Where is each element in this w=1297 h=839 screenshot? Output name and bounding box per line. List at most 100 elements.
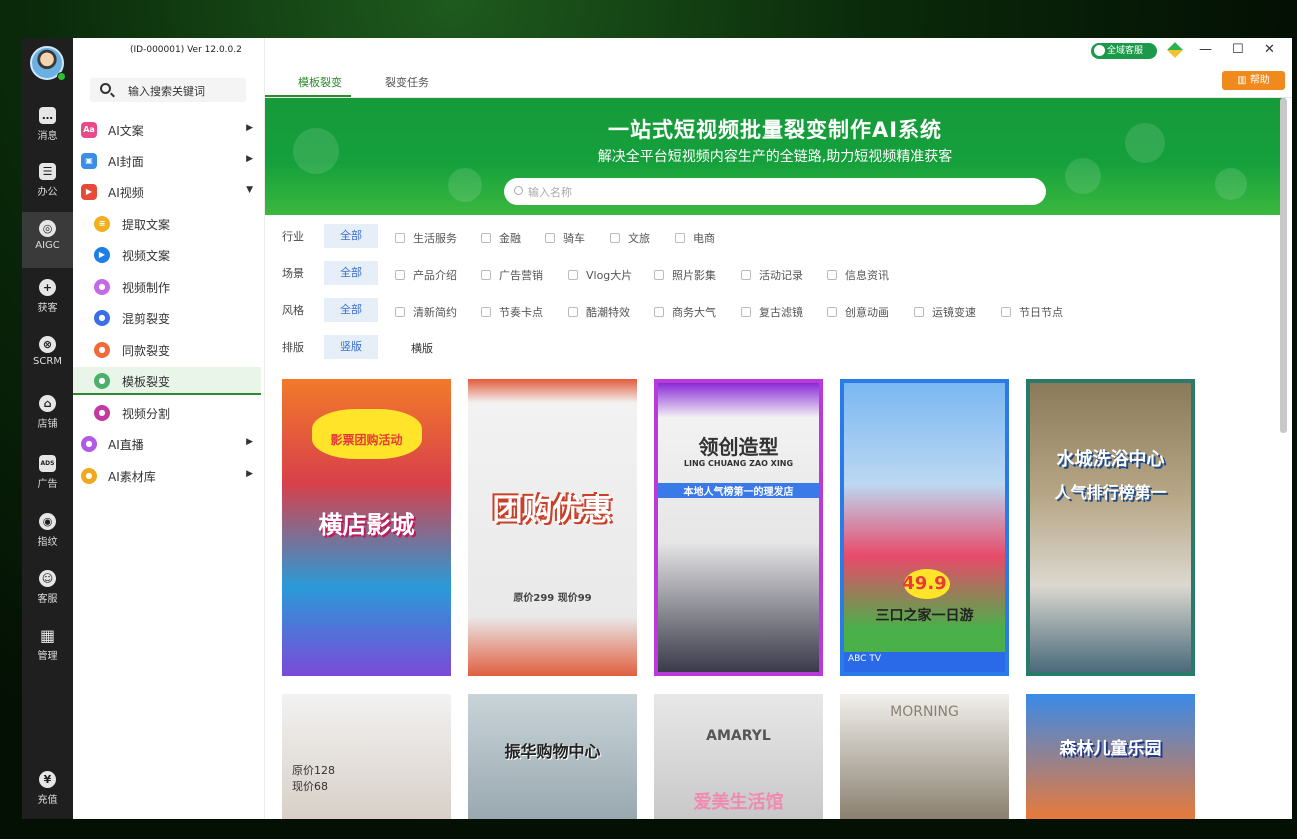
checkbox[interactable]	[395, 233, 405, 243]
filter-option-label: 运镜变速	[932, 306, 976, 319]
template-card[interactable]: 森林儿童乐园	[1026, 694, 1195, 819]
filter-option[interactable]: 生活服务	[395, 230, 457, 246]
rail-item-acquire[interactable]: + 获客	[22, 271, 73, 319]
filter-option[interactable]: Vlog大片	[568, 267, 632, 283]
filter-option[interactable]: 文旅	[610, 230, 650, 246]
rail-item-recharge[interactable]: ¥ 充值	[22, 763, 73, 811]
filter-option[interactable]: 广告营销	[481, 267, 543, 283]
menu-video-make[interactable]: ● 视频制作	[73, 273, 265, 301]
filter-layout-vertical[interactable]: 竖版	[324, 335, 378, 359]
filter-option[interactable]: 信息资讯	[827, 267, 889, 283]
sidebar-search[interactable]: 输入搜索关键词	[90, 78, 246, 102]
tab-split-tasks[interactable]: 裂变任务	[385, 74, 429, 90]
template-card[interactable]: 水城洗浴中心 人气排行榜第一	[1026, 379, 1195, 676]
checkbox[interactable]	[741, 270, 751, 280]
menu-ai-cover[interactable]: ▣ AI封面 ▶	[73, 147, 265, 175]
chevron-right-icon: ▶	[246, 154, 253, 164]
menu-extract-copy[interactable]: ≡ 提取文案	[73, 210, 265, 238]
template-card[interactable]: 领创造型 LING CHUANG ZAO XING 本地人气榜第一的理发店	[654, 379, 823, 676]
customer-service-button[interactable]: 全域客服	[1091, 43, 1157, 59]
filter-option[interactable]: 商务大气	[654, 304, 716, 320]
filter-option[interactable]: 酷潮特效	[568, 304, 630, 320]
online-status-dot	[57, 72, 66, 81]
filter-option[interactable]: 产品介绍	[395, 267, 457, 283]
filter-label-industry: 行业	[282, 230, 304, 243]
message-icon: …	[39, 107, 56, 124]
checkbox[interactable]	[395, 307, 405, 317]
filter-option[interactable]: 节日节点	[1001, 304, 1063, 320]
checkbox[interactable]	[568, 307, 578, 317]
menu-video-copy[interactable]: ▶ 视频文案	[73, 241, 265, 269]
checkbox[interactable]	[610, 233, 620, 243]
template-card[interactable]: AMARYL 爱美生活馆	[654, 694, 823, 819]
rail-item-store[interactable]: ⌂ 店铺	[22, 387, 73, 435]
checkbox[interactable]	[395, 270, 405, 280]
filter-option[interactable]: 活动记录	[741, 267, 803, 283]
tab-template-split[interactable]: 模板裂变	[298, 74, 342, 90]
rail-item-fingerprint[interactable]: ◉ 指纹	[22, 505, 73, 553]
menu-ai-copy[interactable]: Aa AI文案 ▶	[73, 116, 265, 144]
filter-option[interactable]: 金融	[481, 230, 521, 246]
content-scrollbar[interactable]	[1280, 98, 1287, 433]
filter-option-label: 清新简约	[413, 306, 457, 319]
menu-ai-live[interactable]: ● AI直播 ▶	[73, 430, 265, 458]
extract-copy-icon: ≡	[94, 216, 110, 232]
checkbox[interactable]	[827, 270, 837, 280]
filter-scene-all[interactable]: 全部	[324, 261, 378, 285]
rail-item-scrm[interactable]: ⊗ SCRM	[22, 328, 73, 376]
checkbox[interactable]	[914, 307, 924, 317]
checkbox[interactable]	[568, 270, 578, 280]
filter-option[interactable]: 清新简约	[395, 304, 457, 320]
rail-item-aigc[interactable]: ◎ AIGC	[22, 212, 73, 268]
template-card[interactable]: MORNING	[840, 694, 1009, 819]
filter-option[interactable]: 电商	[675, 230, 715, 246]
rail-item-office[interactable]: ☰ 办公	[22, 155, 73, 203]
template-card[interactable]: 原价128 现价68	[282, 694, 451, 819]
checkbox[interactable]	[654, 270, 664, 280]
menu-ai-assets[interactable]: ● AI素材库 ▶	[73, 462, 265, 490]
checkbox[interactable]	[827, 307, 837, 317]
template-card[interactable]: 团购优惠 原价299 现价99	[468, 379, 637, 676]
rail-item-manage[interactable]: ▦ 管理	[22, 619, 73, 667]
checkbox[interactable]	[481, 233, 491, 243]
template-card[interactable]: 49.9 三口之家一日游 ABC TV	[840, 379, 1009, 676]
template-search-input[interactable]: 输入名称	[504, 178, 1046, 205]
filter-option[interactable]: 照片影集	[654, 267, 716, 283]
checkbox[interactable]	[741, 307, 751, 317]
menu-template-split[interactable]: ● 模板裂变	[73, 367, 261, 395]
checkbox[interactable]	[675, 233, 685, 243]
minimize-button[interactable]: —	[1199, 42, 1212, 57]
close-button[interactable]: ✕	[1264, 42, 1275, 57]
menu-video-cut[interactable]: ● 视频分割	[73, 399, 265, 427]
filter-option-label: 创意动画	[845, 306, 889, 319]
menu-same-split[interactable]: ● 同款裂变	[73, 336, 265, 364]
menu-ai-video[interactable]: ▶ AI视频 ▼	[73, 178, 265, 206]
menu-mix-split[interactable]: ● 混剪裂变	[73, 304, 265, 332]
filter-option[interactable]: 复古滤镜	[741, 304, 803, 320]
banner-subtitle: 解决全平台短视频内容生产的全链路,助力短视频精准获客	[597, 149, 953, 165]
tab-bar: 模板裂变 裂变任务 ▥ 帮助	[265, 68, 1292, 98]
template-card[interactable]: 振华购物中心	[468, 694, 637, 819]
filter-option[interactable]: 运镜变速	[914, 304, 976, 320]
template-card[interactable]: 影票团购活动 横店影城	[282, 379, 451, 676]
filter-layout-horizontal[interactable]: 横版	[411, 340, 433, 356]
checkbox[interactable]	[1001, 307, 1011, 317]
filter-option[interactable]: 创意动画	[827, 304, 889, 320]
filter-option[interactable]: 骑车	[545, 230, 585, 246]
office-icon: ☰	[39, 163, 56, 180]
filter-option[interactable]: 节奏卡点	[481, 304, 543, 320]
filter-style-all[interactable]: 全部	[324, 298, 378, 322]
checkbox[interactable]	[481, 270, 491, 280]
checkbox[interactable]	[481, 307, 491, 317]
checkbox[interactable]	[654, 307, 664, 317]
checkbox[interactable]	[545, 233, 555, 243]
rail-item-service[interactable]: ☺ 客服	[22, 562, 73, 610]
help-button[interactable]: ▥ 帮助	[1222, 71, 1285, 90]
rail-item-ads[interactable]: ADS 广告	[22, 447, 73, 495]
app-window: … 消息 ☰ 办公 ◎ AIGC + 获客 ⊗ SCRM ⌂ 店铺 ADS 广告…	[22, 38, 1292, 819]
filter-industry-all[interactable]: 全部	[324, 224, 378, 248]
maximize-button[interactable]: ☐	[1232, 42, 1244, 57]
layers-icon[interactable]	[1167, 42, 1183, 58]
rail-item-messages[interactable]: … 消息	[22, 99, 73, 147]
fingerprint-icon: ◉	[39, 513, 56, 530]
